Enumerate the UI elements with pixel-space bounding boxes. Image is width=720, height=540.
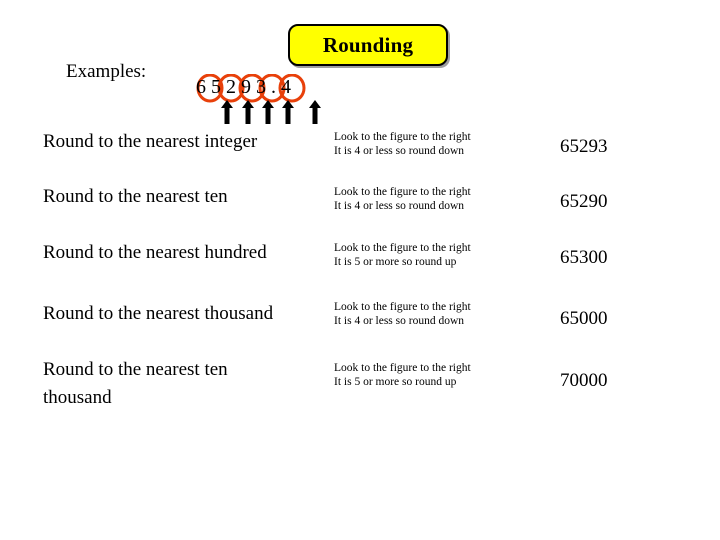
slide-canvas: Rounding Examples: 6 5 2 9 3 . 4 Round t… xyxy=(0,0,720,540)
explanation-line-1: Look to the figure to the right xyxy=(334,131,471,143)
explanation-line-2: It is 4 or less so round down xyxy=(334,145,465,157)
example-number-group: 6 5 2 9 3 . 4 xyxy=(196,74,356,134)
explanation-line-2: It is 5 or more so round up xyxy=(334,376,457,388)
rounding-rule-label: Round to the nearest integer xyxy=(43,131,258,152)
rounded-result: 65293 xyxy=(560,136,608,157)
rounding-rule-label: Round to the nearest thousand xyxy=(43,303,274,324)
explanation-line-2: It is 4 or less so round down xyxy=(334,200,465,212)
page-title: Rounding xyxy=(322,32,414,57)
rounded-result: 65300 xyxy=(560,247,608,268)
explanation-line-1: Look to the figure to the right xyxy=(334,242,471,254)
rounding-explanation: Look to the figure to the right It is 5 … xyxy=(334,361,539,389)
rounding-explanation: Look to the figure to the right It is 4 … xyxy=(334,130,539,158)
rounding-explanation: Look to the figure to the right It is 4 … xyxy=(334,300,539,328)
explanation-line-2: It is 4 or less so round down xyxy=(334,315,465,327)
rounded-result: 65290 xyxy=(560,191,608,212)
explanation-line-1: Look to the figure to the right xyxy=(334,186,471,198)
explanation-line-1: Look to the figure to the right xyxy=(334,301,471,313)
rounded-result: 65000 xyxy=(560,308,608,329)
rounding-rule-label: Round to the nearest ten xyxy=(43,186,228,207)
rounding-explanation: Look to the figure to the right It is 5 … xyxy=(334,241,539,269)
example-number-text: 6 5 2 9 3 . 4 xyxy=(196,76,291,98)
rounded-result: 70000 xyxy=(560,370,608,391)
explanation-line-1: Look to the figure to the right xyxy=(334,362,471,374)
explanation-line-2: It is 5 or more so round up xyxy=(334,256,457,268)
rounding-explanation: Look to the figure to the right It is 4 … xyxy=(334,185,539,213)
examples-label: Examples: xyxy=(66,61,147,82)
rounding-rule-label: Round to the nearest ten thousand xyxy=(43,359,228,408)
rounding-rule-label: Round to the nearest hundred xyxy=(43,242,267,263)
title-box: Rounding xyxy=(288,24,448,66)
